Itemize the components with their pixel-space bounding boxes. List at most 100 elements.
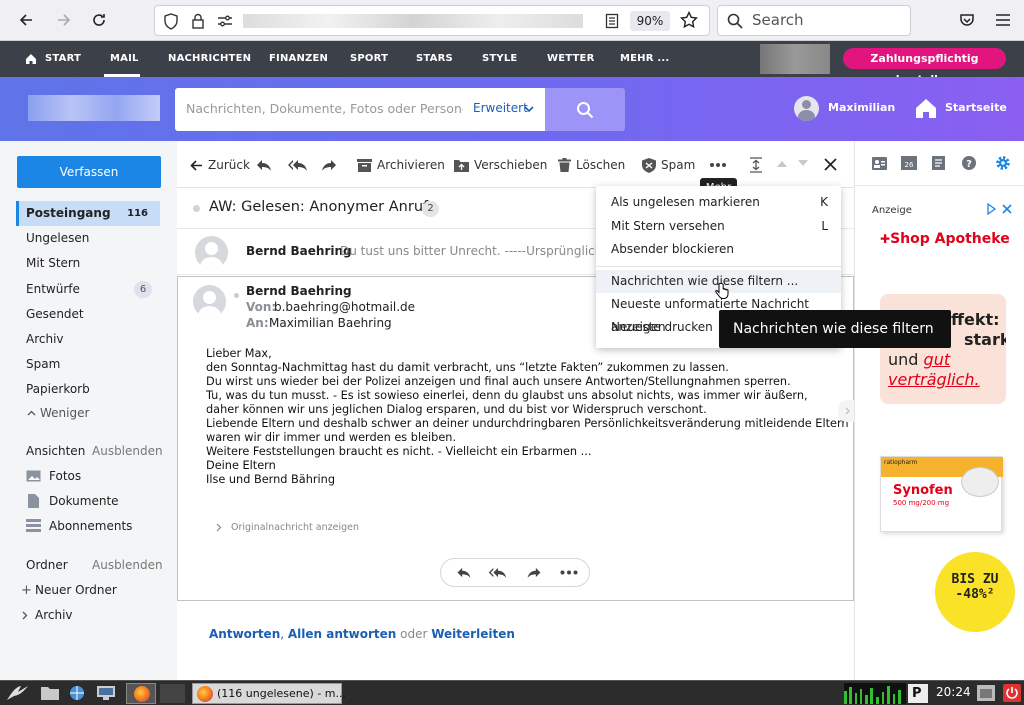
- shield-icon: [164, 13, 178, 30]
- product-dose: 500 mg/200 mg: [893, 499, 950, 507]
- folder-archive-tree[interactable]: Archiv: [35, 608, 73, 622]
- folder-archive[interactable]: Archiv: [16, 327, 160, 352]
- nav-finanzen[interactable]: FINANZEN: [269, 41, 328, 77]
- reply-all-link[interactable]: Allen antworten: [288, 627, 396, 641]
- notes-icon[interactable]: [932, 156, 945, 170]
- gear-icon[interactable]: [995, 155, 1011, 171]
- show-original-link[interactable]: Originalnachricht anzeigen: [231, 522, 359, 533]
- reply-link[interactable]: Antworten: [209, 627, 280, 641]
- nav-stars[interactable]: STARS: [416, 41, 453, 77]
- empty-slot: [160, 684, 185, 703]
- next-message-icon[interactable]: [798, 160, 808, 167]
- window-list-icon[interactable]: [977, 685, 995, 701]
- nav-wetter[interactable]: WETTER: [547, 41, 594, 77]
- folder-spam[interactable]: Spam: [16, 352, 160, 377]
- new-folder-link[interactable]: Neuer Ordner: [35, 583, 117, 597]
- folder-label: Posteingang: [26, 206, 111, 220]
- ad-brand: ✚Shop Apotheke: [880, 231, 1010, 247]
- home-icon[interactable]: [914, 97, 938, 119]
- view-subscriptions[interactable]: Abonnements: [49, 519, 132, 533]
- reply-icon[interactable]: [456, 567, 472, 579]
- blurred-area: [760, 44, 830, 74]
- nav-nachrichten[interactable]: NACHRICHTEN: [168, 41, 251, 77]
- menu-star[interactable]: Mit Stern versehen L: [596, 215, 841, 238]
- user-name[interactable]: Maximilian: [828, 101, 895, 114]
- browser-search-input[interactable]: Search: [717, 5, 911, 36]
- nav-style[interactable]: STYLE: [482, 41, 517, 77]
- close-icon[interactable]: [824, 158, 837, 171]
- back-button[interactable]: Zurück: [190, 156, 250, 174]
- show-less-toggle[interactable]: Weniger: [16, 401, 160, 426]
- nav-sport[interactable]: SPORT: [350, 41, 388, 77]
- bookmark-star-icon[interactable]: [680, 11, 698, 29]
- to-label: An:: [246, 316, 269, 330]
- reply-all-icon[interactable]: [288, 159, 308, 172]
- compose-button[interactable]: Verfassen: [17, 156, 161, 188]
- clipboard-icon[interactable]: P: [908, 684, 928, 703]
- reply-icon[interactable]: [256, 159, 272, 172]
- folder-icon[interactable]: [41, 686, 59, 700]
- menu-mark-unread[interactable]: Als ungelesen markieren K: [596, 191, 841, 214]
- back-arrow-icon[interactable]: [14, 8, 38, 32]
- firefox-launcher[interactable]: [126, 683, 156, 704]
- folder-inbox[interactable]: Posteingang 116: [16, 201, 160, 226]
- folders-hide-link[interactable]: Ausblenden: [92, 558, 163, 572]
- previous-message-icon[interactable]: [777, 160, 787, 167]
- pay-order-button[interactable]: Zahlungspflichtig bestellen: [843, 48, 1006, 86]
- message-actions-pill: [440, 558, 590, 587]
- contacts-icon[interactable]: [872, 157, 887, 170]
- ad-banner[interactable]: Anzeige ✚Shop Apotheke ffekt: stark und …: [868, 201, 1020, 681]
- move-button[interactable]: Verschieben: [454, 156, 547, 174]
- pocket-icon[interactable]: [955, 8, 979, 32]
- taskbar-window-button[interactable]: (116 ungelesene) - m...: [192, 683, 346, 704]
- home-link[interactable]: Startseite: [945, 101, 1007, 114]
- more-dots-icon[interactable]: [709, 162, 727, 168]
- power-icon[interactable]: [1003, 684, 1021, 702]
- to-address[interactable]: Maximilian Baehring: [269, 316, 392, 330]
- nav-mehr[interactable]: MEHR ...: [620, 41, 669, 77]
- body-line: Weitere Feststellungen braucht es nicht.…: [206, 445, 592, 458]
- back-label: Zurück: [208, 158, 250, 172]
- browser-search-placeholder: Search: [752, 11, 804, 29]
- from-address[interactable]: b.baehring@hotmail.de: [274, 300, 415, 314]
- start-menu-icon[interactable]: [5, 684, 35, 702]
- network-icon[interactable]: [67, 685, 87, 701]
- user-avatar[interactable]: [794, 96, 819, 121]
- delete-button[interactable]: Löschen: [558, 156, 625, 174]
- menu-block-sender[interactable]: Absender blockieren: [596, 238, 841, 261]
- spam-button[interactable]: Spam: [642, 156, 695, 174]
- monitor-icon[interactable]: [97, 686, 115, 700]
- folder-starred[interactable]: Mit Stern: [16, 251, 160, 276]
- collapse-expand-icon[interactable]: [749, 157, 763, 173]
- url-bar[interactable]: [154, 5, 710, 36]
- mail-search-placeholder: Nachrichten, Dokumente, Fotos oder Perso…: [186, 101, 478, 116]
- chevron-down-icon: [524, 106, 534, 113]
- folder-drafts[interactable]: Entwürfe 6: [16, 277, 160, 302]
- zoom-level[interactable]: 90%: [630, 11, 670, 31]
- view-documents[interactable]: Dokumente: [49, 494, 119, 508]
- adchoices-icon[interactable]: [986, 203, 1014, 215]
- forward-arrow-icon[interactable]: [52, 8, 76, 32]
- nav-start[interactable]: START: [45, 41, 81, 77]
- forward-icon[interactable]: [526, 567, 542, 579]
- forward-icon[interactable]: [321, 159, 337, 172]
- reply-all-icon[interactable]: [488, 567, 508, 579]
- more-dots-icon[interactable]: [560, 570, 578, 575]
- reload-icon[interactable]: [87, 8, 111, 32]
- mail-search-button[interactable]: [545, 88, 625, 131]
- views-hide-link[interactable]: Ausblenden: [92, 444, 163, 458]
- folder-trash[interactable]: Papierkorb: [16, 377, 160, 402]
- reader-view-icon[interactable]: [605, 13, 619, 29]
- folder-unread[interactable]: Ungelesen: [16, 226, 160, 251]
- calendar-icon[interactable]: 26: [901, 155, 917, 170]
- help-icon[interactable]: ?: [962, 156, 976, 170]
- menu-icon[interactable]: [991, 8, 1015, 32]
- mail-search-input[interactable]: Nachrichten, Dokumente, Fotos oder Perso…: [175, 88, 545, 131]
- advanced-search-link[interactable]: Erweitert: [473, 101, 528, 115]
- view-photos[interactable]: Fotos: [49, 469, 81, 483]
- nav-mail[interactable]: MAIL: [110, 41, 139, 77]
- permissions-icon[interactable]: [217, 14, 233, 28]
- archive-button[interactable]: Archivieren: [357, 156, 445, 174]
- folder-sent[interactable]: Gesendet: [16, 302, 160, 327]
- forward-link[interactable]: Weiterleiten: [431, 627, 515, 641]
